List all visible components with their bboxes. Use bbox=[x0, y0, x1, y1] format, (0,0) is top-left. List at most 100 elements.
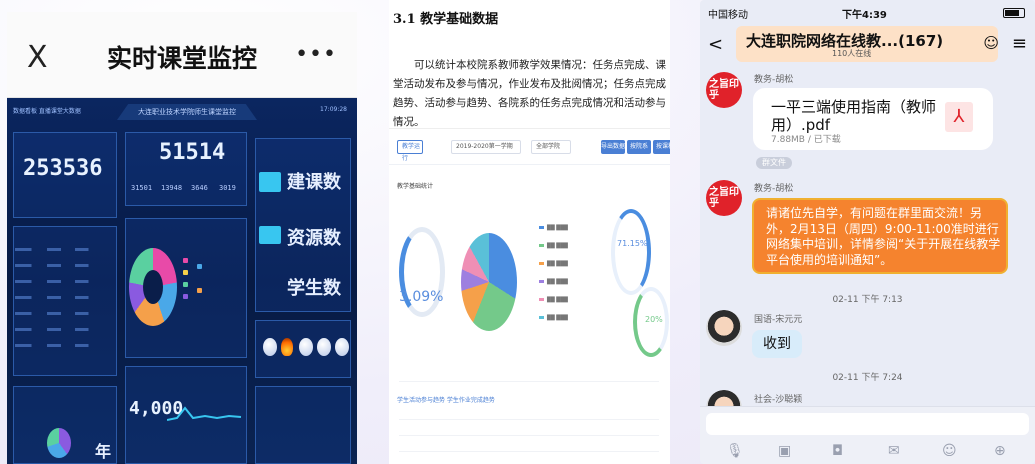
metric-label: 资源数 bbox=[287, 228, 341, 249]
red-packet-icon[interactable]: ✉ bbox=[888, 443, 900, 459]
tab-teaching[interactable]: 教学运行 bbox=[397, 140, 423, 162]
file-meta: 7.88MB / 已下载 bbox=[771, 135, 841, 145]
by-college-button[interactable]: 按院系 bbox=[627, 140, 651, 154]
document-screenshot: 3.1 教学基础数据 可以统计本校院系教师教学效果情况：任务点完成、课堂活动发布… bbox=[389, 0, 670, 464]
ring-percent: 71.15% bbox=[617, 239, 648, 248]
cyan-indicator bbox=[259, 226, 281, 244]
grid-line bbox=[399, 419, 659, 420]
bars-box bbox=[255, 386, 351, 464]
term-select[interactable]: 2019-2020第一学期 bbox=[451, 140, 521, 154]
metric-label: 学生数 bbox=[287, 278, 341, 299]
carrier-label: 中国移动 bbox=[708, 10, 748, 21]
image-icon[interactable]: ▣ bbox=[778, 443, 791, 459]
sub-number: 3646 bbox=[191, 184, 208, 192]
emoji-icon[interactable]: ☺ bbox=[942, 443, 957, 459]
grid-line bbox=[399, 451, 659, 452]
trend-line bbox=[167, 406, 242, 421]
dashboard-banner: 大连职业技术学院师生课堂监控 bbox=[117, 104, 257, 120]
avatar[interactable]: 之旨印乎 bbox=[706, 72, 742, 108]
trophy-icon bbox=[299, 338, 313, 356]
trophy-icon bbox=[263, 338, 277, 356]
avatar[interactable]: 之旨印乎 bbox=[706, 180, 742, 216]
grid-line bbox=[399, 435, 659, 436]
table-row bbox=[15, 312, 107, 315]
avatar[interactable] bbox=[706, 310, 742, 346]
college-select[interactable]: 全部学院 bbox=[531, 140, 571, 154]
file-name: 一平三端使用指南（教师用）.pdf bbox=[771, 98, 937, 134]
sender-name: 国语-宋元元 bbox=[754, 315, 803, 325]
more-options-icon[interactable]: ••• bbox=[295, 42, 337, 67]
message-bubble[interactable]: 收到 bbox=[752, 330, 802, 358]
filter-toolbar: 教学运行 2019-2020第一学期 全部学院 导出数据 按院系 按课程 bbox=[389, 129, 670, 165]
legend-item: ██ ███ bbox=[539, 315, 568, 321]
message-input[interactable] bbox=[706, 413, 1029, 435]
trophy-icon bbox=[317, 338, 331, 356]
by-course-button[interactable]: 按课程 bbox=[653, 140, 670, 154]
group-members-icon[interactable]: ☺ bbox=[983, 34, 999, 52]
big-number-left: 253536 bbox=[23, 156, 103, 181]
flame-icon bbox=[281, 338, 293, 356]
sender-name: 教务-胡松 bbox=[754, 184, 794, 194]
group-file-tag[interactable]: 群文件 bbox=[756, 157, 792, 169]
legend-dot bbox=[183, 270, 188, 275]
legend-item: ██ ███ bbox=[539, 279, 568, 285]
donut-hole bbox=[143, 270, 163, 304]
dashboard-label: 数据看板 直播课堂大数据 bbox=[13, 108, 81, 115]
monitor-header: X 实时课堂监控 ••• bbox=[7, 12, 357, 98]
file-message[interactable]: 一平三端使用指南（教师用）.pdf 7.88MB / 已下载 ⅄ bbox=[753, 88, 993, 150]
legend-item: ██ ███ bbox=[539, 243, 568, 249]
legend-dot bbox=[183, 258, 188, 263]
ring-percent: 3.09% bbox=[399, 289, 444, 305]
message-bubble[interactable]: 请诸位先自学，有问题在群里面交流！另外，2月13日（周四）9:00-11:00准… bbox=[752, 198, 1008, 274]
chat-screenshot: 中国移动 下午4:39 < 大连职院网络在线教...(167) 110人在线 ☺… bbox=[700, 0, 1035, 464]
timestamp: 02-11 下午 7:13 bbox=[832, 295, 903, 305]
pdf-icon: ⅄ bbox=[945, 102, 973, 132]
sub-number: 3019 bbox=[219, 184, 236, 192]
legend-item: ██ ███ bbox=[539, 297, 568, 303]
back-icon[interactable]: < bbox=[708, 34, 723, 55]
online-count: 110人在线 bbox=[832, 49, 872, 58]
legend-dot bbox=[183, 282, 188, 287]
cyan-indicator bbox=[259, 172, 281, 192]
timestamp: 02-11 下午 7:24 bbox=[832, 373, 903, 383]
export-button[interactable]: 导出数据 bbox=[601, 140, 625, 154]
menu-icon[interactable]: ≡ bbox=[1012, 33, 1027, 54]
legend-item: ██ ███ bbox=[539, 261, 568, 267]
doc-paragraph: 可以统计本校院系教师教学效果情况：任务点完成、课堂活动发布及参与情况，作业发布及… bbox=[393, 59, 666, 128]
table-row bbox=[15, 280, 107, 283]
camera-icon[interactable]: ◘ bbox=[832, 443, 843, 459]
plus-icon[interactable]: ⊕ bbox=[994, 443, 1006, 459]
mini-pie bbox=[47, 428, 71, 458]
progress-ring bbox=[611, 209, 651, 295]
metric-label: 建课数 bbox=[287, 172, 341, 193]
doc-heading: 3.1 教学基础数据 bbox=[393, 12, 499, 27]
realtime-monitor-screenshot: X 实时课堂监控 ••• 数据看板 直播课堂大数据 大连职业技术学院师生课堂监控… bbox=[7, 12, 357, 464]
legend-dot bbox=[197, 288, 202, 293]
table-row bbox=[15, 248, 107, 251]
sub-number: 13948 bbox=[161, 184, 183, 192]
section-label: 教学基础统计 bbox=[397, 183, 434, 190]
legend-dot bbox=[197, 264, 202, 269]
monitor-dashboard: 数据看板 直播课堂大数据 大连职业技术学院师生课堂监控 17:09:28 253… bbox=[7, 98, 357, 464]
status-bar: 中国移动 下午4:39 bbox=[700, 0, 1035, 26]
trend-tabs[interactable]: 学生活动参与趋势 学生作业完成趋势 bbox=[397, 395, 495, 404]
input-bar: 🎙 ▣ ◘ ✉ ☺ ⊕ bbox=[700, 406, 1035, 464]
message-text: 请诸位先自学，有问题在群里面交流！另外，2月13日（周四）9:00-11:00准… bbox=[766, 206, 1001, 267]
table-row bbox=[15, 328, 107, 331]
voice-icon[interactable]: 🎙 bbox=[726, 443, 744, 459]
table-row bbox=[15, 264, 107, 267]
year-label: 年 bbox=[95, 442, 112, 461]
sender-name: 教务-胡松 bbox=[754, 75, 794, 85]
ring-percent: 20% bbox=[645, 315, 663, 324]
table-row bbox=[15, 296, 107, 299]
big-number-center: 51514 bbox=[159, 140, 226, 165]
legend-item: ██ ███ bbox=[539, 225, 568, 231]
sender-name: 社会-沙聪颖 bbox=[754, 395, 803, 405]
divider bbox=[399, 381, 659, 382]
table-row bbox=[15, 344, 107, 347]
legend-dot bbox=[183, 294, 188, 299]
chat-header: < 大连职院网络在线教...(167) 110人在线 ☺ ≡ bbox=[700, 24, 1035, 64]
battery-icon bbox=[1003, 8, 1025, 18]
trophy-icon bbox=[335, 338, 349, 356]
pie-chart bbox=[461, 233, 517, 331]
